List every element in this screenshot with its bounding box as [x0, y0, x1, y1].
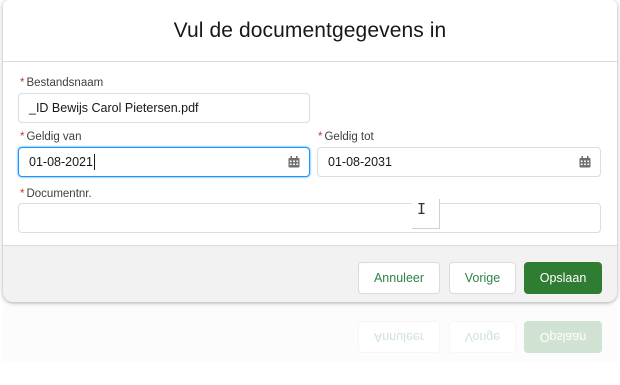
modal-dialog: Vul de documentgegevens in * Bestandsnaam…: [3, 0, 617, 302]
calendar-icon[interactable]: [579, 156, 591, 168]
valid-to-date-input[interactable]: 01-08-2031: [317, 147, 601, 177]
filename-value: _ID Bewijs Carol Pietersen.pdf: [29, 101, 199, 115]
required-asterisk: *: [318, 131, 323, 143]
reflection-content: Annuleer Vorige Opslaan: [3, 305, 617, 362]
calendar-icon[interactable]: [288, 156, 300, 168]
document-number-field[interactable]: [18, 203, 601, 233]
cancel-button[interactable]: Annuleer: [358, 262, 440, 294]
cancel-button-reflection: Annuleer: [358, 321, 440, 353]
modal-title: Vul de documentgegevens in: [173, 18, 447, 42]
valid-from-date-input[interactable]: 01-08-2021: [18, 147, 310, 177]
valid-to-label: * Geldig tot: [318, 131, 374, 143]
modal-header: Vul de documentgegevens in: [3, 0, 617, 62]
valid-from-label: * Geldig van: [20, 131, 81, 143]
valid-to-value: 01-08-2031: [328, 155, 392, 169]
back-button-reflection: Vorige: [449, 321, 516, 353]
mouse-cursor: I: [412, 199, 440, 229]
document-number-label-text: Documentnr.: [26, 188, 92, 200]
back-button[interactable]: Vorige: [449, 262, 516, 294]
required-asterisk: *: [20, 77, 25, 89]
document-number-label: * Documentnr.: [20, 188, 92, 200]
footer-reflection: Annuleer Vorige Opslaan: [3, 305, 617, 375]
modal-footer: Annuleer Vorige Opslaan: [3, 245, 617, 302]
required-asterisk: *: [20, 188, 25, 200]
filename-label-text: Bestandsnaam: [26, 77, 104, 89]
filename-field[interactable]: _ID Bewijs Carol Pietersen.pdf: [18, 93, 310, 123]
save-button-reflection: Opslaan: [524, 321, 602, 353]
filename-label: * Bestandsnaam: [20, 77, 103, 89]
valid-from-value: 01-08-2021: [29, 155, 93, 169]
ibeam-cursor-icon: I: [417, 200, 427, 218]
valid-to-label-text: Geldig tot: [324, 131, 374, 143]
text-caret: [93, 154, 95, 170]
valid-from-label-text: Geldig van: [26, 131, 82, 143]
required-asterisk: *: [20, 131, 25, 143]
save-button[interactable]: Opslaan: [524, 262, 602, 294]
